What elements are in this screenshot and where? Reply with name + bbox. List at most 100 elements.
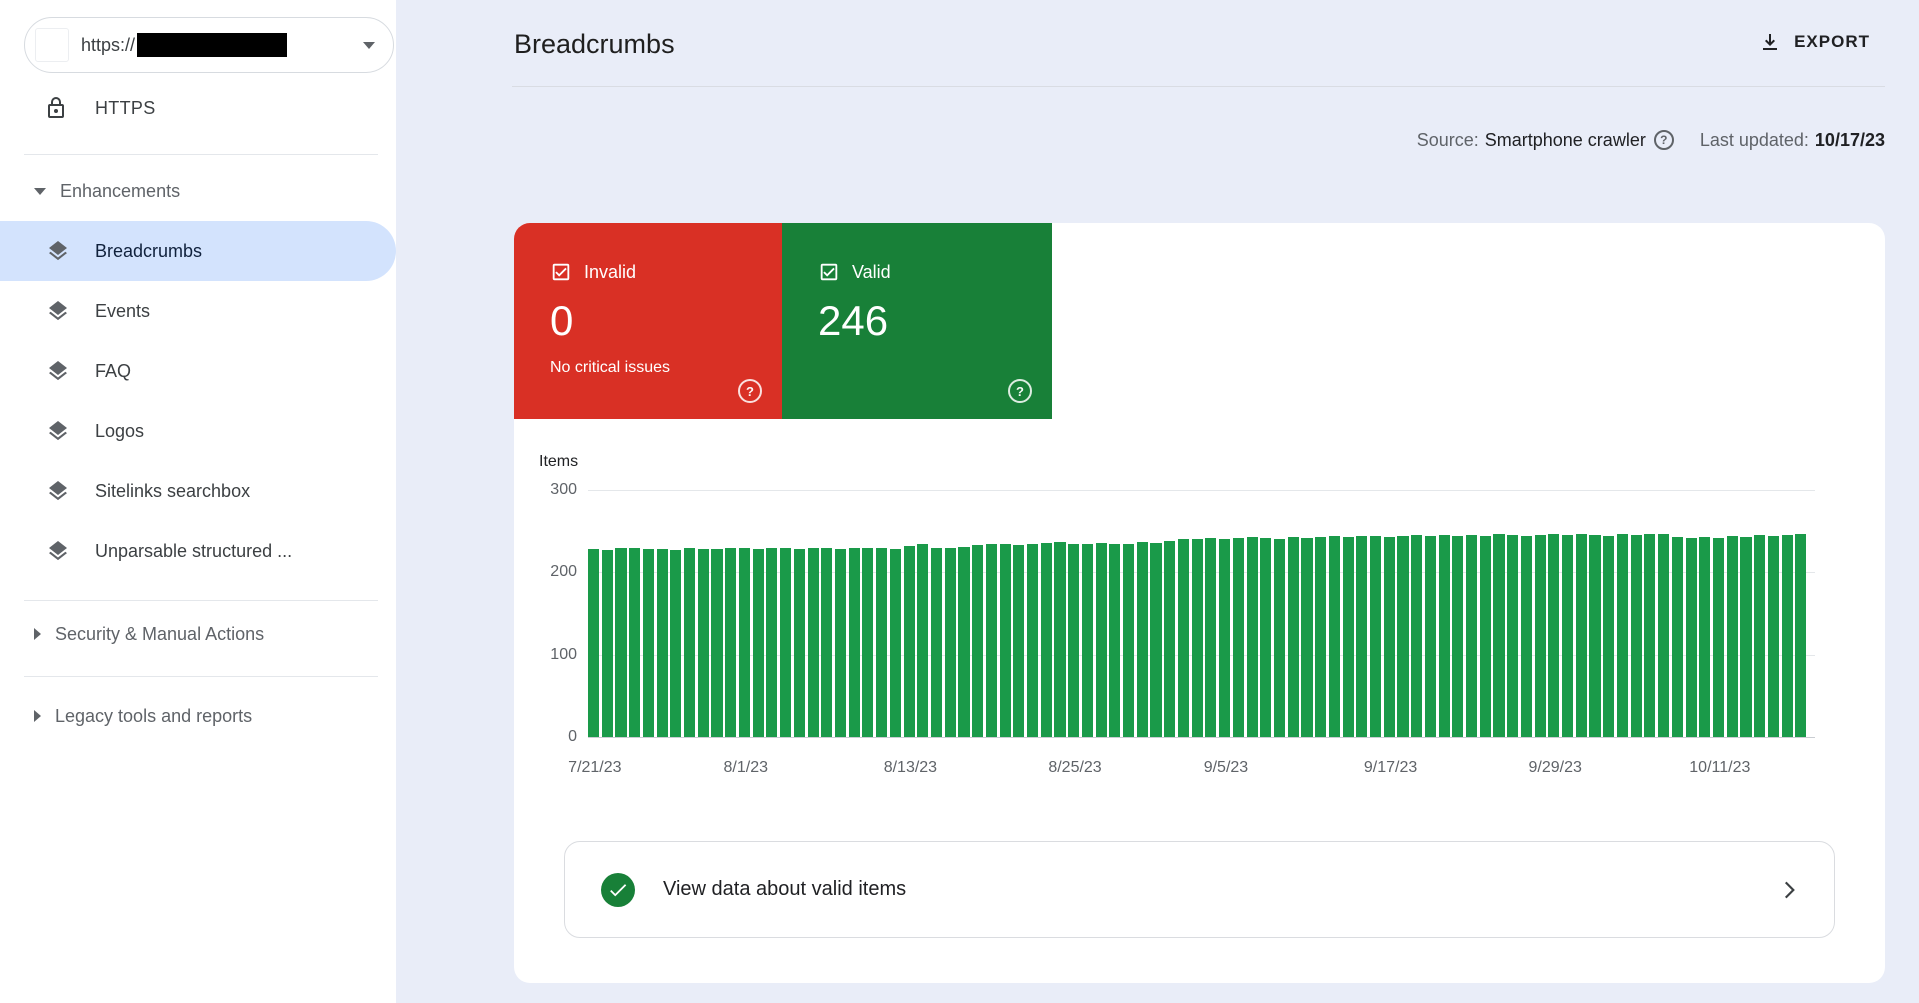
chart-bar[interactable] bbox=[808, 548, 819, 737]
chart-bar[interactable] bbox=[1027, 544, 1038, 737]
chart-bar[interactable] bbox=[1631, 535, 1642, 737]
chart-bar[interactable] bbox=[1658, 534, 1669, 737]
help-icon[interactable] bbox=[1008, 379, 1032, 403]
chart-bar[interactable] bbox=[917, 544, 928, 737]
chart-bar[interactable] bbox=[1013, 545, 1024, 737]
chart-bar[interactable] bbox=[739, 548, 750, 737]
sidebar-item-logos[interactable]: Logos bbox=[0, 401, 396, 461]
help-icon[interactable] bbox=[738, 379, 762, 403]
chart-bar[interactable] bbox=[643, 549, 654, 737]
chart-bar[interactable] bbox=[972, 545, 983, 737]
chart-bar[interactable] bbox=[711, 549, 722, 737]
chart-bar[interactable] bbox=[766, 548, 777, 737]
chart-bar[interactable] bbox=[698, 549, 709, 737]
chart-bar[interactable] bbox=[986, 544, 997, 737]
chart-bar[interactable] bbox=[1233, 538, 1244, 737]
chart-bar[interactable] bbox=[1782, 535, 1793, 737]
chart-bar[interactable] bbox=[1205, 538, 1216, 737]
chart-bar[interactable] bbox=[1192, 539, 1203, 737]
sidebar-item-https[interactable]: HTTPS bbox=[44, 90, 156, 126]
chart-bar[interactable] bbox=[1535, 535, 1546, 737]
chart-bar[interactable] bbox=[1329, 536, 1340, 737]
chart-bar[interactable] bbox=[1082, 544, 1093, 737]
chart-bar[interactable] bbox=[1452, 536, 1463, 737]
chart-bar[interactable] bbox=[1727, 536, 1738, 737]
chart-bar[interactable] bbox=[1411, 535, 1422, 737]
chart-bar[interactable] bbox=[1109, 544, 1120, 737]
chart-bar[interactable] bbox=[1713, 538, 1724, 737]
chart-bar[interactable] bbox=[821, 548, 832, 737]
chart-bar[interactable] bbox=[1754, 535, 1765, 737]
chart-bar[interactable] bbox=[835, 549, 846, 737]
chart-bar[interactable] bbox=[1288, 537, 1299, 737]
chart-bar[interactable] bbox=[1686, 538, 1697, 737]
chart-bar[interactable] bbox=[1507, 535, 1518, 737]
chart-bar[interactable] bbox=[849, 548, 860, 737]
chart-bar[interactable] bbox=[1562, 535, 1573, 737]
sidebar-item-breadcrumbs[interactable]: Breadcrumbs bbox=[0, 221, 396, 281]
chart-bar[interactable] bbox=[1768, 536, 1779, 737]
sidebar-item-faq[interactable]: FAQ bbox=[0, 341, 396, 401]
chart-bar[interactable] bbox=[1493, 534, 1504, 737]
view-valid-items-row[interactable]: View data about valid items bbox=[564, 841, 1835, 938]
chart-bar[interactable] bbox=[1301, 538, 1312, 737]
chart-bar[interactable] bbox=[890, 549, 901, 737]
chart-bar[interactable] bbox=[1164, 541, 1175, 737]
help-icon[interactable] bbox=[1654, 130, 1674, 150]
chart-bar[interactable] bbox=[945, 548, 956, 737]
chart-bar[interactable] bbox=[958, 547, 969, 737]
chart-bar[interactable] bbox=[1576, 534, 1587, 737]
chart-bar[interactable] bbox=[588, 549, 599, 737]
chart-bar[interactable] bbox=[1589, 535, 1600, 737]
chart-bar[interactable] bbox=[1672, 537, 1683, 737]
chart-bar[interactable] bbox=[1644, 534, 1655, 737]
chart-bar[interactable] bbox=[1521, 536, 1532, 737]
chart-bar[interactable] bbox=[1480, 536, 1491, 737]
chart-bar[interactable] bbox=[1397, 536, 1408, 737]
chart-bar[interactable] bbox=[753, 549, 764, 737]
chart-bar[interactable] bbox=[1137, 542, 1148, 737]
chart-bar[interactable] bbox=[1795, 534, 1806, 737]
chart-bar[interactable] bbox=[602, 550, 613, 737]
chart-bar[interactable] bbox=[670, 550, 681, 737]
chart-bar[interactable] bbox=[1247, 537, 1258, 737]
chart-bar[interactable] bbox=[1219, 539, 1230, 737]
invalid-tile[interactable]: Invalid 0 No critical issues bbox=[514, 223, 782, 419]
chart-bar[interactable] bbox=[1439, 535, 1450, 737]
chart-bar[interactable] bbox=[794, 549, 805, 737]
sidebar-section-security-manual-actions[interactable]: Security & Manual Actions bbox=[34, 622, 264, 646]
chart-bar[interactable] bbox=[1315, 537, 1326, 737]
chart-bar[interactable] bbox=[1041, 543, 1052, 737]
chart-bar[interactable] bbox=[1096, 543, 1107, 737]
chart-bar[interactable] bbox=[1384, 537, 1395, 737]
chart-bar[interactable] bbox=[1370, 536, 1381, 737]
chart-bar[interactable] bbox=[1617, 534, 1628, 737]
chart-bar[interactable] bbox=[1425, 536, 1436, 737]
chart-bar[interactable] bbox=[904, 546, 915, 737]
sidebar-section-legacy-tools[interactable]: Legacy tools and reports bbox=[34, 704, 252, 728]
chart-bar[interactable] bbox=[615, 548, 626, 737]
chart-bar[interactable] bbox=[1356, 536, 1367, 737]
chart-bar[interactable] bbox=[876, 548, 887, 737]
chart-bar[interactable] bbox=[657, 549, 668, 737]
chart-bar[interactable] bbox=[780, 548, 791, 737]
chart-bar[interactable] bbox=[1000, 544, 1011, 737]
chart-bar[interactable] bbox=[1343, 537, 1354, 737]
chart-bar[interactable] bbox=[1150, 543, 1161, 737]
chart-bar[interactable] bbox=[1178, 539, 1189, 737]
chart-bar[interactable] bbox=[1123, 544, 1134, 737]
chart-bar[interactable] bbox=[931, 548, 942, 737]
chart-bar[interactable] bbox=[1548, 534, 1559, 737]
chart-bar[interactable] bbox=[1603, 536, 1614, 737]
chart-bar[interactable] bbox=[1260, 538, 1271, 737]
chart-bar[interactable] bbox=[1274, 539, 1285, 737]
chart-bar[interactable] bbox=[1466, 535, 1477, 737]
sidebar-item-events[interactable]: Events bbox=[0, 281, 396, 341]
chart-bar[interactable] bbox=[725, 548, 736, 737]
chart-bar[interactable] bbox=[1068, 544, 1079, 737]
export-button[interactable]: EXPORT bbox=[1758, 30, 1870, 54]
sidebar-section-enhancements[interactable]: Enhancements bbox=[34, 179, 180, 203]
chart-bar[interactable] bbox=[1740, 537, 1751, 737]
chart-bar[interactable] bbox=[629, 548, 640, 737]
sidebar-item-sitelinks-searchbox[interactable]: Sitelinks searchbox bbox=[0, 461, 396, 521]
